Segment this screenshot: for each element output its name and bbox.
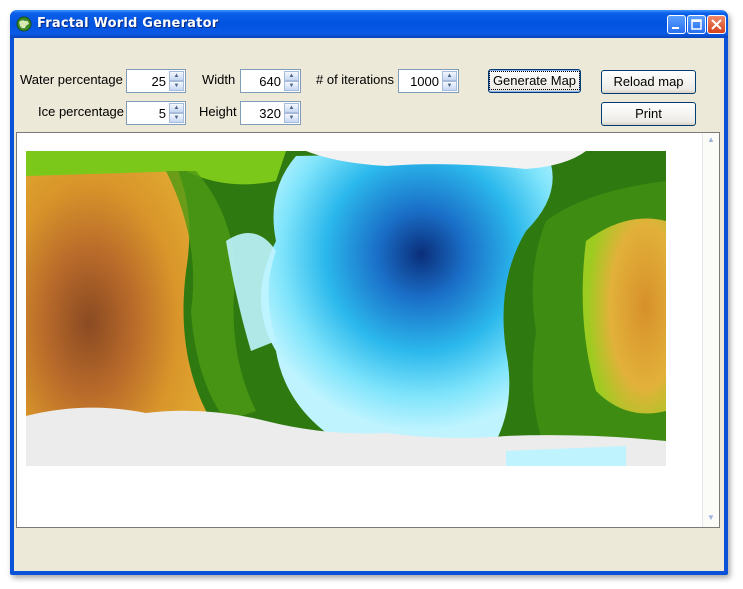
- iterations-label: # of iterations: [316, 72, 395, 87]
- ice-percentage-label: Ice percentage: [38, 104, 125, 119]
- close-icon: [711, 19, 722, 30]
- scroll-down-icon[interactable]: ▼: [706, 513, 716, 523]
- window-title: Fractal World Generator: [37, 16, 219, 31]
- generate-map-label: Generate Map: [488, 71, 581, 90]
- print-button[interactable]: Print: [601, 102, 696, 126]
- world-map-image: [26, 151, 666, 466]
- ice-percentage-input[interactable]: [129, 104, 166, 122]
- width-label: Width: [202, 72, 236, 87]
- iterations-input[interactable]: [401, 72, 439, 90]
- reload-map-button[interactable]: Reload map: [601, 70, 696, 94]
- spin-down-icon[interactable]: ▼: [284, 113, 299, 123]
- scroll-up-icon[interactable]: ▲: [706, 135, 716, 145]
- title-bar[interactable]: Fractal World Generator: [10, 10, 728, 38]
- client-area: Water percentage ▲ ▼ Width ▲ ▼ # of iter…: [14, 38, 724, 571]
- width-spinner[interactable]: ▲ ▼: [240, 69, 301, 93]
- generate-map-button[interactable]: Generate Map: [488, 69, 581, 93]
- spin-up-icon[interactable]: ▲: [169, 71, 184, 81]
- spin-down-icon[interactable]: ▼: [169, 113, 184, 123]
- app-window: Fractal World Generator Water percentage…: [10, 10, 728, 575]
- spin-up-icon[interactable]: ▲: [442, 71, 457, 81]
- spin-down-icon[interactable]: ▼: [284, 81, 299, 91]
- ice-percentage-spinner[interactable]: ▲ ▼: [126, 101, 186, 125]
- globe-icon: [16, 16, 32, 32]
- height-input[interactable]: [243, 104, 281, 122]
- status-bar: [14, 532, 724, 571]
- spin-down-icon[interactable]: ▼: [442, 81, 457, 91]
- water-percentage-label: Water percentage: [20, 72, 123, 87]
- width-input[interactable]: [243, 72, 281, 90]
- vertical-scrollbar[interactable]: ▲ ▼: [702, 133, 719, 527]
- maximize-icon: [691, 19, 702, 30]
- iterations-spinner[interactable]: ▲ ▼: [398, 69, 459, 93]
- maximize-button[interactable]: [687, 15, 706, 34]
- spin-up-icon[interactable]: ▲: [284, 103, 299, 113]
- spin-up-icon[interactable]: ▲: [169, 103, 184, 113]
- spin-down-icon[interactable]: ▼: [169, 81, 184, 91]
- height-label: Height: [199, 104, 237, 119]
- spin-up-icon[interactable]: ▲: [284, 71, 299, 81]
- minimize-icon: [672, 27, 679, 29]
- water-percentage-input[interactable]: [129, 72, 166, 90]
- minimize-button[interactable]: [667, 15, 686, 34]
- close-button[interactable]: [707, 15, 726, 34]
- height-spinner[interactable]: ▲ ▼: [240, 101, 301, 125]
- water-percentage-spinner[interactable]: ▲ ▼: [126, 69, 186, 93]
- map-panel[interactable]: ▲ ▼: [16, 132, 720, 528]
